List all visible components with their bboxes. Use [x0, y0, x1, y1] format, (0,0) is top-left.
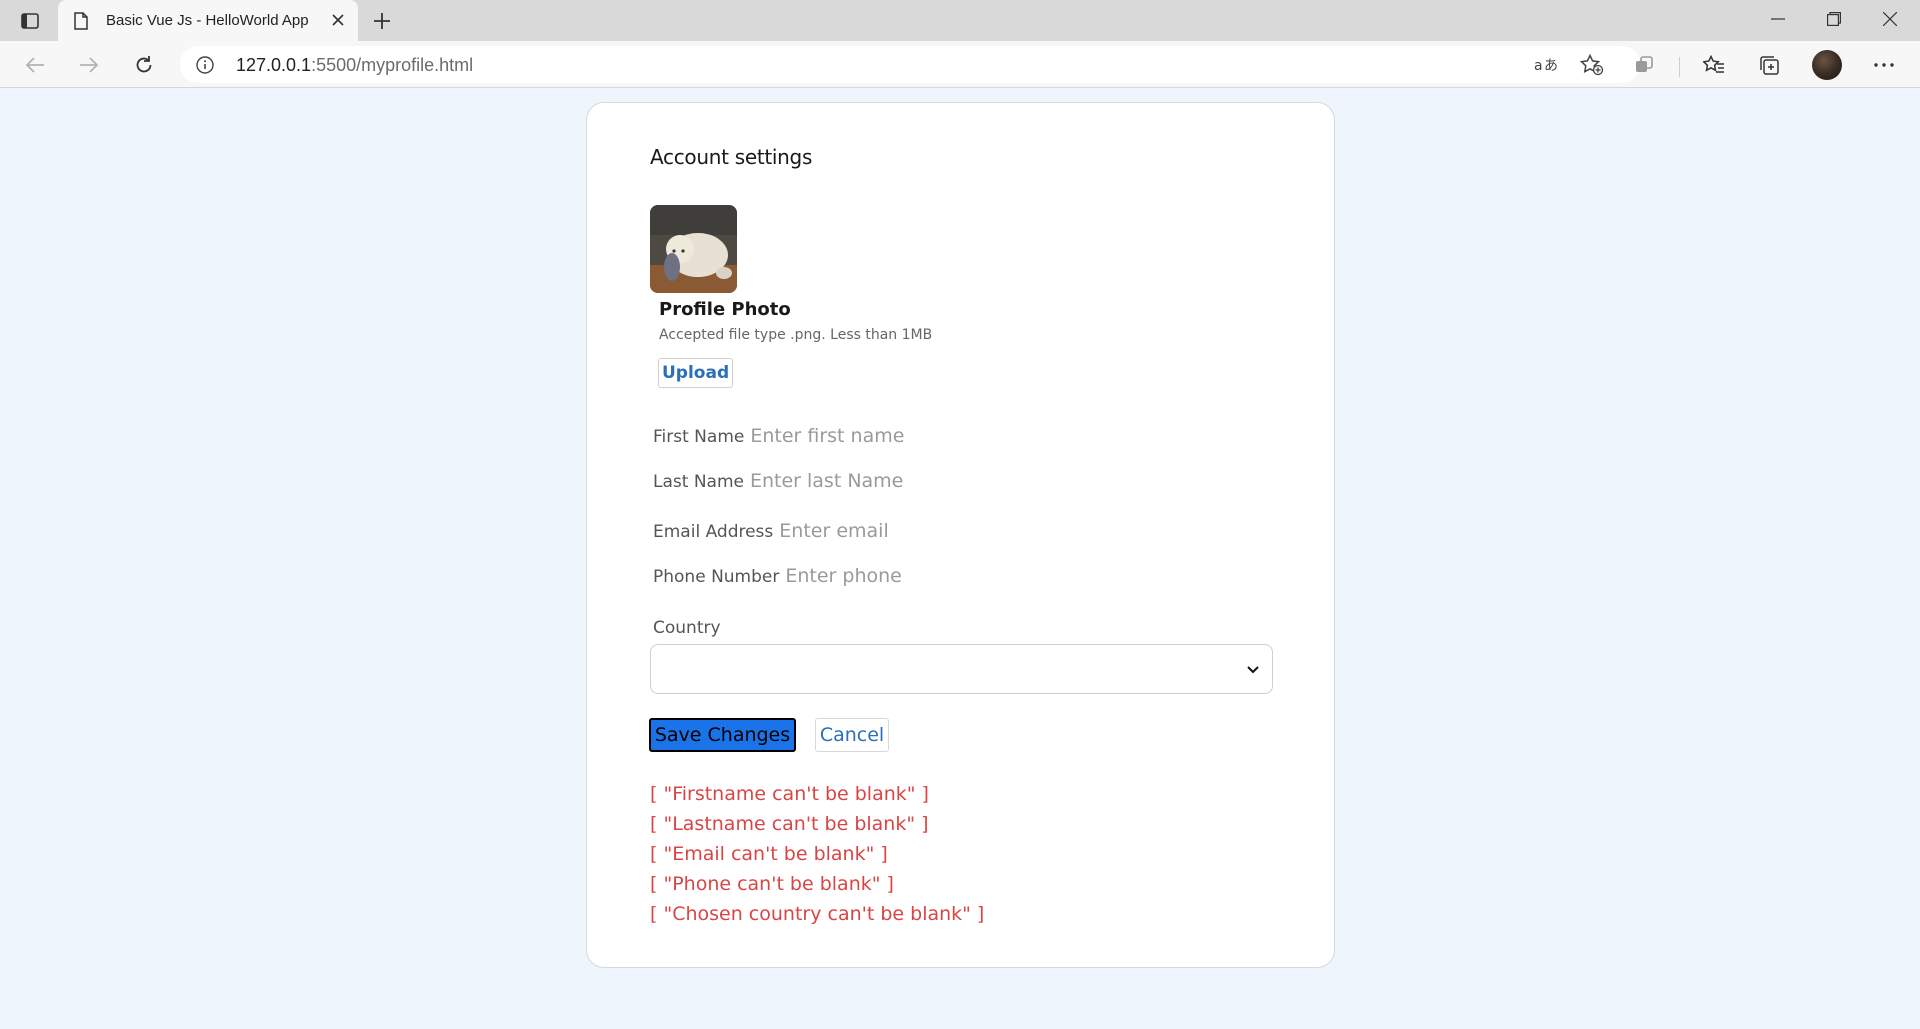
phone-input[interactable] [785, 565, 1106, 587]
phone-field: Phone Number [653, 565, 1106, 587]
email-input[interactable] [779, 520, 1100, 542]
error-message: [ "Email can't be blank" ] [650, 843, 888, 865]
photo-hint: Accepted file type .png. Less than 1MB [659, 327, 933, 343]
last-name-field: Last Name [653, 470, 1070, 492]
email-label: Email Address [653, 522, 774, 542]
country-label: Country [653, 618, 721, 638]
page-icon [72, 11, 90, 31]
chevron-down-icon [1244, 661, 1262, 679]
last-name-label: Last Name [653, 472, 744, 492]
first-name-label: First Name [653, 427, 745, 447]
forward-icon[interactable] [72, 48, 106, 82]
refresh-icon[interactable] [127, 48, 161, 82]
error-message: [ "Firstname can't be blank" ] [650, 783, 929, 805]
favorites-icon[interactable] [1697, 48, 1731, 82]
tab-actions-icon[interactable] [14, 8, 46, 34]
back-icon[interactable] [18, 48, 52, 82]
extensions-icon[interactable] [1627, 48, 1661, 82]
country-select[interactable] [650, 644, 1273, 694]
first-name-field: First Name [653, 425, 1071, 447]
svg-text:a: a [1534, 58, 1543, 74]
error-message: [ "Lastname can't be blank" ] [650, 813, 929, 835]
read-aloud-icon[interactable]: aあ [1532, 52, 1560, 78]
avatar [1812, 50, 1842, 80]
phone-label: Phone Number [653, 567, 780, 587]
url-host: 127.0.0.1 [236, 55, 312, 75]
minimize-icon[interactable] [1750, 0, 1806, 38]
tab-title: Basic Vue Js - HelloWorld App [106, 12, 309, 29]
save-button[interactable]: Save Changes [649, 718, 796, 752]
address-bar[interactable]: 127.0.0.1:5500/myprofile.html aあ [180, 46, 1640, 83]
more-icon[interactable] [1867, 48, 1901, 82]
browser-toolbar: 127.0.0.1:5500/myprofile.html aあ [0, 41, 1920, 88]
profile-avatar[interactable] [1810, 48, 1844, 82]
cancel-button[interactable]: Cancel [815, 718, 889, 752]
profile-photo [650, 205, 737, 293]
account-settings-card: Account settings Profile Photo Accepted … [586, 102, 1335, 968]
email-field: Email Address [653, 520, 1100, 542]
error-message: [ "Chosen country can't be blank" ] [650, 903, 985, 925]
close-icon[interactable] [328, 10, 348, 30]
tab-bar: Basic Vue Js - HelloWorld App [0, 0, 1920, 41]
url-path: :5500/myprofile.html [311, 55, 474, 75]
photo-label: Profile Photo [659, 299, 791, 320]
last-name-input[interactable] [749, 470, 1070, 492]
url-text: 127.0.0.1:5500/myprofile.html [236, 55, 473, 76]
upload-button[interactable]: Upload [658, 358, 734, 388]
error-message: [ "Phone can't be blank" ] [650, 873, 894, 895]
first-name-input[interactable] [750, 425, 1071, 447]
error-list: [ "Firstname can't be blank" ] [ "Lastna… [650, 779, 984, 929]
plus-icon[interactable] [368, 7, 396, 35]
active-tab[interactable]: Basic Vue Js - HelloWorld App [58, 0, 358, 41]
maximize-icon[interactable] [1806, 0, 1862, 38]
info-icon[interactable] [194, 54, 216, 76]
collections-icon[interactable] [1752, 48, 1786, 82]
svg-text:あ: あ [1544, 58, 1558, 74]
add-favorite-icon[interactable] [1578, 52, 1606, 78]
toolbar-divider [1679, 57, 1680, 77]
page-title: Account settings [650, 145, 813, 169]
window-close-icon[interactable] [1862, 0, 1918, 38]
